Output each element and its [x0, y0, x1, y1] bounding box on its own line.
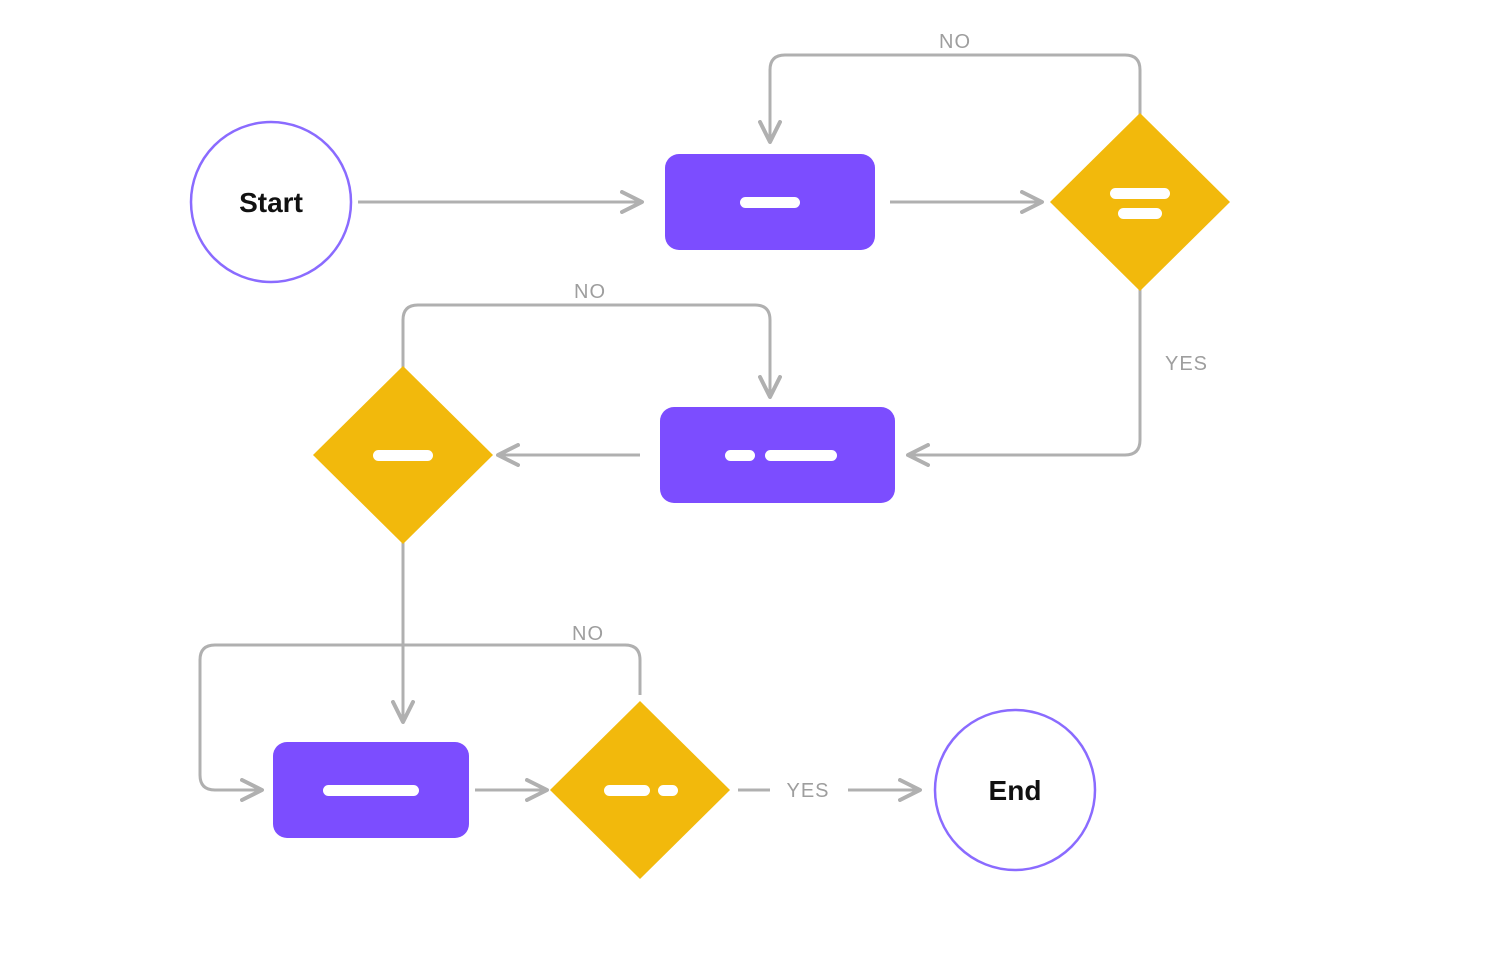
- node-process-1: [665, 154, 875, 250]
- flowchart-diagram: NO YES NO NO YES Start: [0, 0, 1500, 960]
- edge-d1-yes-to-p2: [910, 285, 1140, 455]
- node-end: End: [935, 710, 1095, 870]
- edge-label-d1-yes: YES: [1165, 353, 1208, 375]
- edge-label-d3-yes: YES: [786, 780, 829, 802]
- node-start-label: Start: [239, 187, 303, 218]
- edge-label-d3-no: NO: [572, 623, 604, 645]
- node-decision-3: [550, 701, 730, 879]
- edge-d1-no-to-p1: [770, 55, 1140, 140]
- edge-d2-no-to-p2: [403, 305, 770, 395]
- node-start: Start: [191, 122, 351, 282]
- node-end-label: End: [989, 775, 1042, 806]
- edge-label-d1-no: NO: [939, 31, 971, 53]
- node-process-2: [660, 407, 895, 503]
- node-decision-2: [313, 366, 493, 544]
- node-process-3: [273, 742, 469, 838]
- node-decision-1: [1050, 113, 1230, 291]
- edge-label-d2-no: NO: [574, 281, 606, 303]
